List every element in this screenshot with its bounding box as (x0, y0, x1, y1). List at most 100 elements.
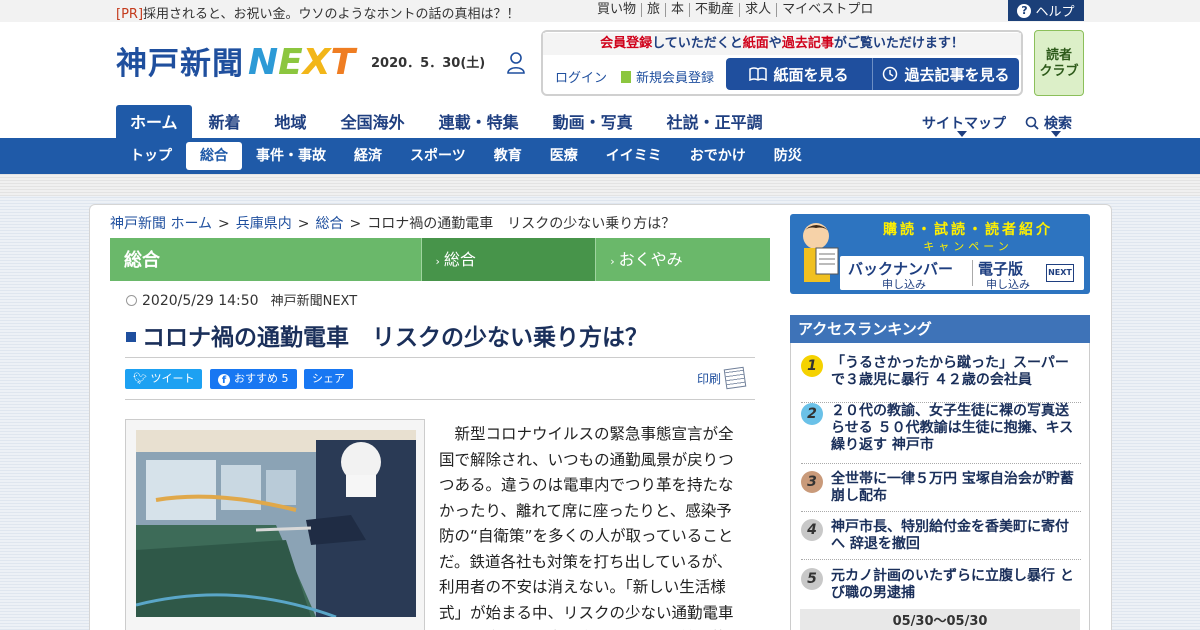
rank-title: 神戸市長、特別給付金を香美町に寄付へ 辞退を撤回 (831, 519, 1069, 552)
fb-recommend-label: おすすめ 5 (234, 372, 289, 385)
article-headline: コロナ禍の通勤電車 リスクの少ない乗り方は？ (126, 318, 648, 352)
subnav-outing[interactable]: おでかけ (676, 142, 760, 170)
util-link-jobs[interactable]: 求人 (739, 3, 776, 17)
logo-next: NEXT (248, 42, 355, 83)
article-photo-frame (125, 419, 425, 630)
facebook-recommend-button[interactable]: f おすすめ 5 (210, 369, 297, 389)
subnav-disaster[interactable]: 防災 (760, 142, 816, 170)
logo-next-x: X (302, 42, 331, 83)
crumb-hyogo[interactable]: 兵庫県内 (236, 216, 292, 232)
ranking-title: アクセスランキング (790, 315, 1090, 343)
rank-title: ２０代の教諭、女子生徒に裸の写真送らせる ５０代教諭は生徒に抱擁、キス繰り返す … (831, 403, 1074, 453)
view-buttons: 紙面を見る 過去記事を見る (726, 58, 1019, 90)
util-link-travel[interactable]: 旅 (641, 3, 665, 17)
crumb-general[interactable]: 総合 (316, 216, 344, 232)
chevron-down-icon (1051, 131, 1061, 137)
rank-number: 3 (801, 471, 823, 493)
ranking-period: 05/30～05/30 (800, 609, 1080, 630)
tweet-button[interactable]: 🐦︎ ツイート (125, 369, 203, 389)
help-button[interactable]: ? ヘルプ (1008, 0, 1084, 21)
rank-number: 1 (801, 355, 823, 377)
ranking-list: 1 「うるさかったから蹴った」スーパーで３歳児に暴行 ４２歳の会社員 2 ２０代の教… (790, 343, 1090, 630)
book-icon (749, 67, 768, 81)
util-link-shopping[interactable]: 買い物 (597, 3, 641, 17)
register-label: 新規会員登録 (636, 71, 715, 86)
category-tab-general[interactable]: 総合 (420, 238, 596, 281)
subnav-general[interactable]: 総合 (186, 142, 242, 170)
register-link[interactable]: 新規会員登録 (621, 67, 714, 86)
print-link[interactable]: 印刷 (697, 370, 721, 387)
subnav-iimimi[interactable]: イイミミ (592, 142, 676, 170)
sitemap-link[interactable]: サイトマップ (922, 113, 1006, 133)
category-tab-obituary[interactable]: おくやみ (595, 238, 770, 281)
logo-next-t: T (330, 42, 356, 83)
banner-title: 購読・試読・読者紹介 (883, 222, 1053, 238)
divider (972, 260, 973, 286)
search-link[interactable]: 検索 (1025, 113, 1072, 133)
divider (801, 511, 1081, 512)
chevron-down-icon (957, 131, 967, 137)
view-paper-button[interactable]: 紙面を見る (726, 58, 872, 90)
print-icon[interactable] (723, 366, 747, 390)
article-body: 新型コロナウイルスの緊急事態宣言が全国で解除され、いつもの通勤風景が戻りつつある… (439, 425, 734, 630)
user-icon[interactable] (507, 52, 525, 74)
twitter-icon: 🐦︎ (133, 372, 151, 385)
background-band (0, 174, 1200, 196)
clock-icon (126, 295, 137, 306)
nav-region[interactable]: 地域 (258, 105, 324, 138)
crumb-separator: > (297, 216, 310, 232)
headline-marker-icon (126, 332, 136, 342)
logo-next-e: E (278, 42, 303, 83)
rank-title: 「うるさかったから蹴った」スーパーで３歳児に暴行 ４２歳の会社員 (831, 355, 1069, 388)
reader-club-button[interactable]: 読者 クラブ (1034, 30, 1084, 96)
train-disinfection-photo (136, 430, 416, 617)
util-link-realestate[interactable]: 不動産 (689, 3, 739, 17)
member-box: 会員登録していただくと紙面や過去記事がご覧いただけます！ ログイン 新規会員登録… (541, 30, 1023, 96)
bookmark-icon (621, 71, 631, 83)
search-icon (1025, 116, 1039, 130)
login-link[interactable]: ログイン (555, 67, 607, 86)
facebook-icon: f (218, 374, 230, 386)
epaper-sub: 申し込み (986, 278, 1030, 291)
logo-text: 神戸新聞 (116, 46, 244, 82)
nav-editorial[interactable]: 社説・正平調 (650, 105, 780, 138)
logo-next-n: N (248, 42, 279, 83)
pr-link[interactable]: [PR]採用されると、お祝い金。ウソのようなホントの話の真相は？！ (116, 3, 520, 22)
headline-text: コロナ禍の通勤電車 リスクの少ない乗り方は？ (142, 325, 648, 351)
util-link-books[interactable]: 本 (665, 3, 689, 17)
article-photo[interactable] (136, 430, 416, 617)
site-logo[interactable]: 神戸新聞 NEXT (116, 38, 355, 83)
msg-paper: 紙面 (742, 36, 769, 51)
view-archive-label: 過去記事を見る (904, 65, 1010, 84)
crumb-separator: > (349, 216, 362, 232)
category-bar: 総合 総合 おくやみ (110, 238, 770, 281)
subnav-education[interactable]: 教育 (480, 142, 536, 170)
pr-text: 採用されると、お祝い金。ウソのようなホントの話の真相は？！ (143, 7, 520, 22)
view-archive-button[interactable]: 過去記事を見る (872, 58, 1019, 90)
subnav-sports[interactable]: スポーツ (396, 142, 480, 170)
subnav-incidents[interactable]: 事件・事故 (242, 142, 340, 170)
share-button[interactable]: シェア (304, 369, 353, 389)
subscription-campaign-banner[interactable]: 購読・試読・読者紹介 キャンペーン バックナンバー 申し込み 電子版 申し込み … (790, 214, 1090, 294)
nav-national[interactable]: 全国海外 (324, 105, 422, 138)
crumb-home[interactable]: 神戸新聞 ホーム (110, 216, 212, 232)
util-link-mybestpro[interactable]: マイベストプロ (776, 3, 878, 17)
club-line-1: 読者 (1045, 48, 1072, 63)
search-label: 検索 (1044, 116, 1072, 132)
subnav-top[interactable]: トップ (116, 142, 186, 170)
nav-series[interactable]: 連載・特集 (422, 105, 536, 138)
mascot-icon (803, 223, 839, 282)
msg-part: や (768, 36, 782, 51)
subnav-economy[interactable]: 経済 (340, 142, 396, 170)
article-datetime: 2020/5/29 14:50 (142, 293, 259, 309)
msg-register: 会員登録 (600, 36, 653, 51)
nav-video[interactable]: 動画・写真 (536, 105, 650, 138)
subnav-medical[interactable]: 医療 (536, 142, 592, 170)
nav-latest[interactable]: 新着 (192, 105, 258, 138)
divider (125, 399, 755, 400)
divider (801, 463, 1081, 464)
club-line-2: クラブ (1039, 64, 1079, 79)
nav-home[interactable]: ホーム (116, 105, 192, 138)
category-title: 総合 (124, 250, 160, 271)
divider (801, 559, 1081, 560)
